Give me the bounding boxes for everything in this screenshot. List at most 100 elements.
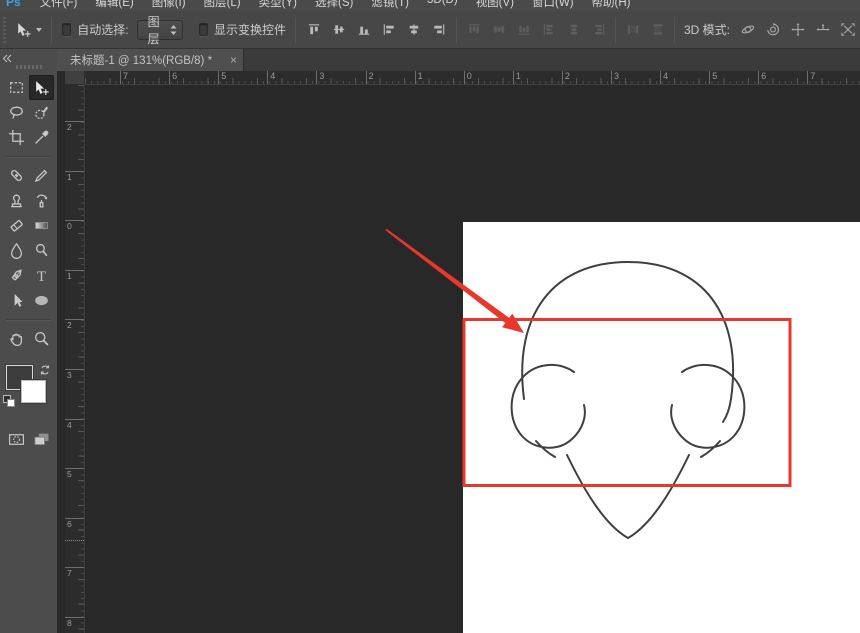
blur-tool-button[interactable] [4,238,29,263]
h-ruler-label: 0 [464,71,472,84]
dodge-tool-button[interactable] [29,238,54,263]
distribute-top-edges-button[interactable] [463,20,485,40]
auto-select-label: 自动选择: [77,21,128,38]
3d-drag-button[interactable] [787,20,809,40]
menu-item-select[interactable]: 选择(S) [306,0,362,10]
menu-item-window[interactable]: 窗口(W) [523,0,583,10]
tools-panel: T [0,71,57,633]
ellipse-tool-button[interactable] [29,288,54,313]
separator [615,17,616,43]
menu-item-view[interactable]: 视图(V) [467,0,523,10]
document-tab-title: 未标题-1 @ 131%(RGB/8) * [70,52,226,68]
3d-mode-label: 3D 模式: [684,21,730,38]
path-selection-tool-button[interactable] [4,288,29,313]
3d-roll-button[interactable] [762,20,784,40]
menu-bar: Ps 文件(F)编辑(E)图像(I)图层(L)类型(Y)选择(S)滤镜(T)3D… [0,0,860,11]
v-ruler-label: 7 [65,567,84,578]
menu-item-image[interactable]: 图像(I) [143,0,195,10]
h-ruler-label: 3 [611,71,619,84]
options-bar-grip[interactable] [1,17,6,43]
v-ruler-label: 1 [65,171,84,182]
quick-selection-tool-button[interactable] [29,100,54,125]
h-ruler-label: 3 [316,71,324,84]
crop-tool-button[interactable] [4,125,29,150]
eraser-tool-button[interactable] [4,213,29,238]
distribute-left-edges-button[interactable] [538,20,560,40]
brush-tool-button[interactable] [29,163,54,188]
h-ruler-label: 6 [758,71,766,84]
align-horizontal-centers-button[interactable] [403,20,425,40]
align-left-edges-button[interactable] [378,20,400,40]
tools-panel-header [0,49,57,71]
screen-mode-button[interactable] [29,429,53,449]
show-transform-checkbox[interactable] [199,23,208,36]
lasso-tool-button[interactable] [4,100,29,125]
horizontal-ruler[interactable]: 765432101234567 [85,71,860,85]
auto-select-checkbox[interactable] [62,23,71,36]
tool-group-separator [6,150,51,157]
tools-panel-footer [0,421,57,449]
distribute-spacing-horizontal-button[interactable] [647,20,669,40]
collapse-panel-icon[interactable] [2,50,12,68]
distribute-horizontal-centers-button[interactable] [563,20,585,40]
menu-item-3d[interactable]: 3D(D) [418,0,467,10]
ruler-origin-box[interactable] [65,71,85,85]
tab-close-icon[interactable]: × [230,55,237,65]
history-brush-tool-button[interactable] [29,188,54,213]
distribute-spacing-vertical-button[interactable] [622,20,644,40]
move-tool-icon[interactable] [15,21,32,38]
v-ruler-label: 0 [65,220,84,231]
3d-scale-button[interactable] [837,20,859,40]
gradient-tool-button[interactable] [29,213,54,238]
h-ruler-label: 2 [562,71,570,84]
move-tool-button[interactable] [29,75,54,100]
v-ruler-label: 2 [65,319,84,330]
zoom-tool-button[interactable] [29,326,54,351]
align-top-edges-button[interactable] [303,20,325,40]
hand-tool-button[interactable] [4,326,29,351]
document-canvas[interactable] [463,222,860,633]
distribute-vertical-centers-button[interactable] [488,20,510,40]
document-tab-bar: 未标题-1 @ 131%(RGB/8) * × [0,49,860,71]
h-ruler-label: 4 [660,71,668,84]
auto-select-value: 图层 [148,13,169,47]
tool-preset-caret-icon[interactable] [36,28,42,32]
type-tool-button[interactable]: T [29,263,54,288]
canvas-viewport[interactable]: 765432101234567 21012345678 [57,71,860,633]
separator [295,17,296,43]
align-bottom-edges-button[interactable] [353,20,375,40]
menu-item-type[interactable]: 类型(Y) [250,0,306,10]
h-ruler-label: 4 [267,71,275,84]
background-color-swatch[interactable] [21,380,46,403]
menu-item-filter[interactable]: 滤镜(T) [362,0,418,10]
v-ruler-label: 5 [65,468,84,479]
distribute-right-edges-button[interactable] [588,20,610,40]
v-ruler-label: 1 [65,270,84,281]
align-right-edges-button[interactable] [428,20,450,40]
auto-select-dropdown[interactable]: 图层 [137,20,183,40]
document-tab[interactable]: 未标题-1 @ 131%(RGB/8) * × [57,49,244,71]
tools-panel-grip[interactable] [16,65,42,69]
menu-item-file[interactable]: 文件(F) [31,0,87,10]
spot-healing-brush-tool-button[interactable] [4,163,29,188]
3d-mode-buttons-group [735,20,860,40]
default-colors-icon[interactable] [3,395,15,407]
menu-item-layer[interactable]: 图层(L) [195,0,250,10]
pen-tool-button[interactable] [4,263,29,288]
rectangular-marquee-tool-button[interactable] [4,75,29,100]
vertical-ruler[interactable]: 21012345678 [65,85,85,633]
distribute-bottom-edges-button[interactable] [513,20,535,40]
color-swatches [0,365,57,421]
swap-colors-icon[interactable] [39,363,51,381]
menu-item-help[interactable]: 帮助(H) [583,0,640,10]
align-vertical-centers-button[interactable] [328,20,350,40]
clone-stamp-tool-button[interactable] [4,188,29,213]
3d-rotate-button[interactable] [737,20,759,40]
eyedropper-tool-button[interactable] [29,125,54,150]
3d-slide-button[interactable] [812,20,834,40]
quick-mask-mode-button[interactable] [4,429,28,449]
h-ruler-label: 5 [709,71,717,84]
ruler-mouse-position-indicator [65,540,84,541]
tool-options-bar: 自动选择: 图层 显示变换控件 3D 模式: [0,11,860,49]
menu-item-edit[interactable]: 编辑(E) [86,0,142,10]
